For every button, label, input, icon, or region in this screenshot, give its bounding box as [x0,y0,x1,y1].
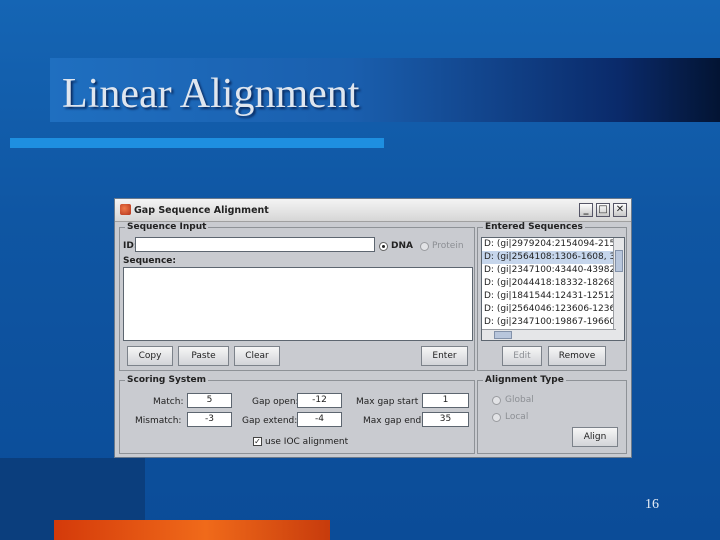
title-underline [10,138,384,148]
close-button[interactable]: ✕ [613,203,627,217]
local-radio[interactable] [492,413,501,422]
alignment-type-label: Alignment Type [483,375,566,385]
use-ioc-label: use IOC alignment [265,437,349,447]
sequence-textarea[interactable] [123,267,473,341]
match-field[interactable]: 5 [187,393,232,408]
entered-sequences-label: Entered Sequences [483,222,585,232]
paste-button[interactable]: Paste [178,346,229,366]
protein-radio[interactable] [420,242,429,251]
app-icon [120,204,131,215]
id-input[interactable] [135,237,375,252]
scoring-system-group: Scoring System Match: 5 Mismatch: -3 Gap… [119,375,475,454]
max-gap-start-field[interactable]: 1 [422,393,469,408]
protein-label: Protein [432,241,464,251]
mismatch-field[interactable]: -3 [187,412,232,427]
list-item[interactable]: D: (gi|2347100:43440-43982, c [482,264,624,277]
global-label: Global [505,395,534,405]
max-gap-start-label: Max gap start [356,397,419,407]
gap-extend-label: Gap extend: [242,416,298,426]
window-title: Gap Sequence Alignment [134,205,269,216]
list-item[interactable]: D: (gi|2044418:18332-18268, c [482,277,624,290]
list-item[interactable]: D: (gi|2979204:2154094-2154 [482,238,624,251]
max-gap-end-label: Max gap end [363,416,422,426]
window-titlebar[interactable]: Gap Sequence Alignment _ □ ✕ [115,199,631,222]
sequence-list[interactable]: D: (gi|2979204:2154094-2154 D: (gi|25641… [481,237,625,341]
dna-radio[interactable] [379,242,388,251]
edit-button-label: Edit [513,351,531,361]
vertical-scrollbar[interactable] [613,238,624,340]
align-button[interactable]: Align [572,427,618,447]
list-item[interactable]: D: (gi|2564046:123606-123687, [482,303,624,316]
dna-label: DNA [391,241,413,251]
gap-extend-field[interactable]: -4 [297,412,342,427]
max-gap-end-field[interactable]: 35 [422,412,469,427]
slide-title: Linear Alignment [62,71,360,117]
maximize-button[interactable]: □ [596,203,610,217]
vertical-scroll-thumb[interactable] [615,250,623,272]
remove-button[interactable]: Remove [548,346,606,366]
list-item[interactable]: D: (gi|1841544:12431-12512, 12 [482,290,624,303]
scoring-system-label: Scoring System [125,375,208,385]
page-number: 16 [645,497,659,512]
mismatch-label: Mismatch: [135,416,182,426]
gap-sequence-alignment-window: Gap Sequence Alignment _ □ ✕ Sequence In… [114,198,632,458]
minimize-button[interactable]: _ [579,203,593,217]
enter-button[interactable]: Enter [421,346,468,366]
match-label: Match: [153,397,184,407]
horizontal-scrollbar[interactable] [482,329,616,340]
gap-open-field[interactable]: -12 [297,393,342,408]
local-label: Local [505,412,529,422]
horizontal-scroll-thumb[interactable] [494,331,512,339]
sequence-list-rows: D: (gi|2979204:2154094-2154 D: (gi|25641… [482,238,624,329]
clear-button[interactable]: Clear [234,346,280,366]
sequence-input-group: Sequence Input ID: DNA Protein Sequence:… [119,222,475,371]
global-radio[interactable] [492,396,501,405]
gap-open-label: Gap open: [252,397,299,407]
entered-sequences-group: Entered Sequences D: (gi|2979204:2154094… [477,222,627,371]
use-ioc-checkbox[interactable]: ✓ [253,437,262,446]
list-item[interactable]: D: (gi|2347100:19867-19660, c [482,316,624,329]
sequence-input-label: Sequence Input [125,222,209,232]
list-item[interactable]: D: (gi|2564108:1306-1608, 3606 [482,251,624,264]
copy-button[interactable]: Copy [127,346,173,366]
sequence-label: Sequence: [123,256,176,266]
edit-button[interactable]: Edit [502,346,542,366]
alignment-type-group: Alignment Type Global Local Align [477,375,627,454]
decorative-bottom-bar [54,520,330,540]
